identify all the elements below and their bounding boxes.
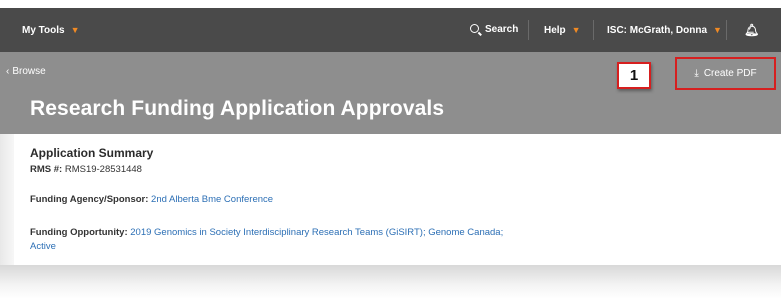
chevron-down-icon: ▼: [70, 25, 80, 35]
notifications-button[interactable]: 🔔︎: [744, 8, 759, 52]
my-tools-menu[interactable]: My Tools ▼: [22, 8, 80, 52]
nav-divider: [593, 20, 594, 40]
chevron-left-icon: ‹: [6, 66, 10, 77]
breadcrumb-browse[interactable]: ‹ Browse: [6, 66, 46, 77]
page-title: Research Funding Application Approvals: [30, 97, 445, 120]
opportunity-label: Funding Opportunity:: [30, 227, 128, 238]
bell-icon: 🔔︎: [744, 23, 760, 37]
summary-heading: Application Summary: [30, 146, 154, 160]
chevron-down-icon: ▼: [571, 25, 581, 35]
bottom-fade: [0, 265, 781, 299]
user-menu[interactable]: ISC: McGrath, Donna ▼: [607, 8, 722, 52]
left-shadow: [0, 134, 14, 265]
agency-link[interactable]: 2nd Alberta Bme Conference: [151, 194, 273, 205]
funding-opportunity-row: Funding Opportunity: 2019 Genomics in So…: [30, 226, 530, 254]
create-pdf-label: Create PDF: [703, 68, 757, 79]
help-label: Help: [544, 25, 566, 36]
rms-value: RMS19-28531448: [64, 164, 142, 175]
rms-number-row: RMS #: RMS19-28531448: [30, 164, 142, 175]
user-label: ISC: McGrath, Donna: [607, 25, 708, 36]
search-link[interactable]: Search: [470, 8, 518, 52]
search-label: Search: [485, 24, 519, 35]
nav-divider: [528, 20, 529, 40]
rms-label: RMS #:: [30, 164, 63, 175]
chevron-down-icon: ▼: [713, 25, 722, 35]
nav-divider: [726, 20, 727, 40]
help-menu[interactable]: Help ▼: [544, 8, 581, 52]
callout-badge: 1: [617, 62, 651, 89]
top-navigation-bar: My Tools ▼ Search Help ▼ ISC: McGrath, Don…: [0, 8, 781, 52]
my-tools-label: My Tools: [22, 25, 65, 36]
search-icon: [470, 24, 479, 33]
funding-agency-row: Funding Agency/Sponsor: 2nd Alberta Bme …: [30, 194, 273, 205]
download-icon: ⤓: [694, 68, 699, 79]
create-pdf-button[interactable]: ⤓ Create PDF: [675, 57, 776, 90]
agency-label: Funding Agency/Sponsor:: [30, 194, 149, 205]
breadcrumb-label: Browse: [12, 66, 46, 77]
page-header-band: [0, 52, 781, 134]
